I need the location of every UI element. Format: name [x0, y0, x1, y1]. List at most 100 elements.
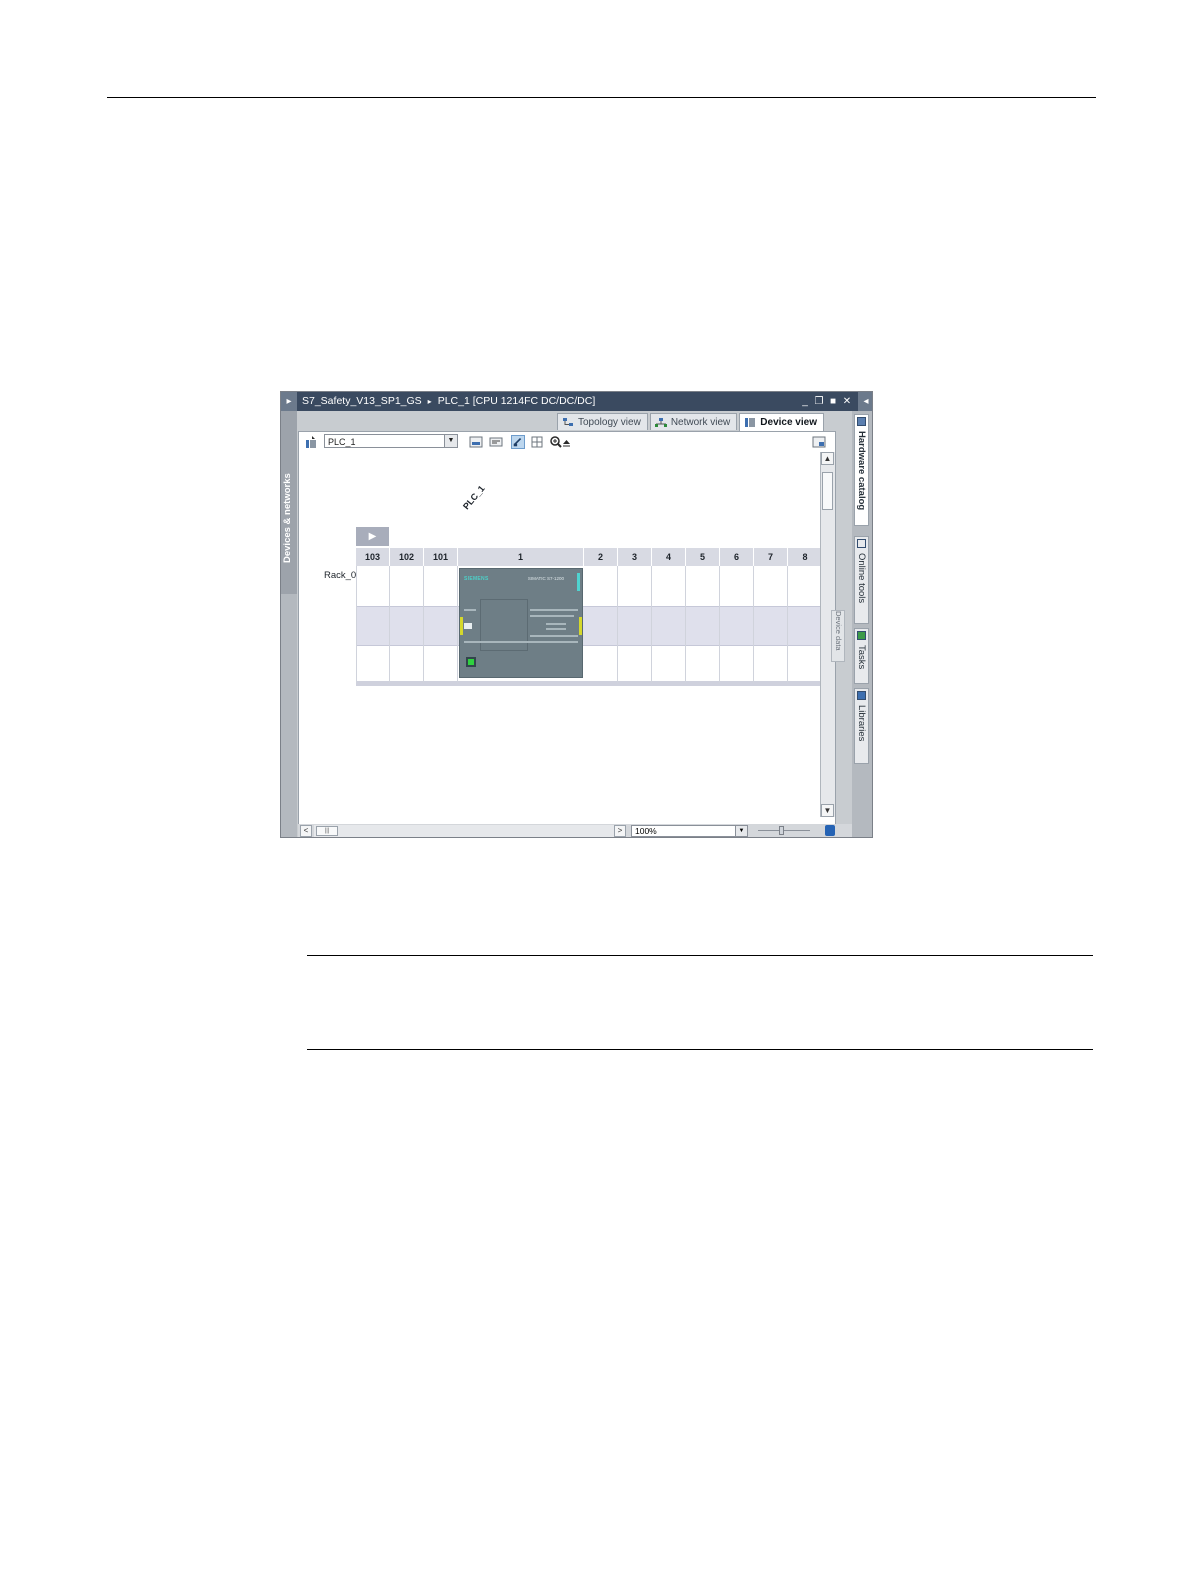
cpu-badge	[464, 623, 472, 629]
devices-networks-label: Devices & networks	[282, 473, 293, 563]
slot-header-103: 103	[356, 548, 390, 566]
rack-name-label: Rack_0	[324, 570, 357, 581]
zoom-slider-track[interactable]	[758, 830, 810, 831]
scroll-left-button[interactable]: <	[300, 825, 312, 837]
tab-topology-view[interactable]: Topology view	[557, 413, 648, 430]
device-icon	[745, 418, 756, 427]
grid-icon[interactable]	[530, 435, 544, 449]
show-module-icon[interactable]	[469, 435, 483, 449]
left-panel-lower	[281, 594, 297, 837]
page-header-rule	[107, 97, 1096, 98]
scroll-down-button[interactable]: ▼	[821, 804, 834, 817]
slot-4[interactable]	[652, 566, 686, 683]
slot-101[interactable]	[424, 566, 458, 683]
close-button[interactable]: ✕	[842, 396, 852, 407]
slot-6[interactable]	[720, 566, 754, 683]
minimize-button[interactable]: _	[800, 396, 810, 407]
scroll-right-button[interactable]: >	[614, 825, 626, 837]
devices-networks-panel[interactable]: Devices & networks	[281, 411, 297, 837]
plc-device-name[interactable]: PLC_1	[461, 484, 487, 512]
rack-expand-button[interactable]: ▶	[356, 527, 389, 546]
cpu-status-led	[577, 573, 580, 591]
slot-header-5: 5	[686, 548, 720, 566]
cpu-io-row	[530, 615, 574, 617]
network-icon	[654, 417, 667, 427]
zoom-options-icon[interactable]	[562, 435, 571, 449]
online-tools-label: Online tools	[856, 553, 867, 604]
tab-network-view[interactable]: Network view	[649, 413, 738, 430]
cpu-io-row	[546, 623, 566, 625]
slot-header-101: 101	[424, 548, 458, 566]
task-cards-panel: Hardware catalog Online tools Tasks Libr…	[852, 411, 872, 837]
scroll-up-button[interactable]: ▲	[821, 452, 834, 465]
zoom-slider-handle[interactable]	[779, 826, 784, 835]
chevron-down-icon[interactable]: ▼	[735, 826, 747, 836]
title-separator-icon: ▸	[427, 397, 432, 406]
tab-libraries[interactable]: Libraries	[854, 688, 869, 764]
slot-header-102: 102	[390, 548, 424, 566]
slot-5[interactable]	[686, 566, 720, 683]
cpu-io-row	[530, 635, 578, 637]
chevron-down-icon[interactable]: ▼	[444, 435, 457, 447]
slot-header-8: 8	[788, 548, 823, 566]
device-navigator-icon[interactable]	[304, 435, 318, 449]
slot-8[interactable]	[788, 566, 823, 683]
online-tools-icon	[857, 539, 866, 548]
window-buttons: _ ❐ ■ ✕	[800, 392, 852, 411]
slot-header-7: 7	[754, 548, 788, 566]
cpu-io-row	[530, 609, 578, 611]
slot-header-2: 2	[584, 548, 618, 566]
device-select-dropdown[interactable]: PLC_1 ▼	[324, 434, 458, 448]
tasks-icon	[857, 631, 866, 640]
topology-icon	[563, 417, 573, 426]
tab-hardware-catalog[interactable]: Hardware catalog	[854, 414, 869, 526]
hardware-catalog-icon	[857, 417, 866, 426]
slot-2[interactable]	[584, 566, 618, 683]
slot-header-3: 3	[618, 548, 652, 566]
cpu-right-connector	[579, 617, 582, 635]
profinet-port-icon[interactable]	[466, 657, 476, 667]
restore-button[interactable]: ❐	[814, 396, 824, 407]
bottom-bar: < ||| > 100% ▼	[298, 824, 854, 837]
cpu-module[interactable]: SIEMENS SIMATIC S7-1200	[459, 568, 583, 678]
collapse-right-button[interactable]: ◂	[858, 392, 872, 411]
device-select-value: PLC_1	[328, 437, 356, 447]
slot-7[interactable]	[754, 566, 788, 683]
vertical-scroll-thumb[interactable]	[822, 472, 833, 510]
collapse-left-button[interactable]: ▸	[281, 392, 297, 411]
vertical-scrollbar[interactable]: ▲ ▼ Device data	[820, 452, 845, 817]
libraries-label: Libraries	[856, 705, 867, 742]
zoom-value: 100%	[635, 826, 657, 836]
slot-102[interactable]	[390, 566, 424, 683]
label-icon[interactable]	[489, 435, 503, 449]
slot-3[interactable]	[618, 566, 652, 683]
libraries-icon	[857, 691, 866, 700]
tab-online-tools[interactable]: Online tools	[854, 536, 869, 624]
window-title: S7_Safety_V13_SP1_GS ▸ PLC_1 [CPU 1214FC D…	[302, 392, 595, 411]
tab-label: Network view	[670, 416, 731, 428]
horizontal-scroll-thumb[interactable]: |||	[316, 826, 338, 836]
window-titlebar: ▸ S7_Safety_V13_SP1_GS ▸ PLC_1 [CPU 1214FC…	[281, 392, 872, 411]
note-top-rule	[307, 955, 1093, 956]
properties-panel-icon[interactable]	[825, 825, 835, 836]
tab-label: Device view	[760, 417, 817, 428]
zoom-select[interactable]: 100% ▼	[631, 825, 748, 837]
cpu-brand-label: SIEMENS	[464, 576, 489, 582]
overview-navigation-icon[interactable]	[812, 435, 826, 449]
device-canvas[interactable]: PLC_1 ▼ PLC_1 ▶ Rack_0 103 102 101 1 2 3…	[298, 431, 845, 826]
horizontal-scrollbar[interactable]: |||	[314, 825, 614, 837]
view-tabs: Topology view Network view Device view	[557, 413, 824, 431]
device-toolbar: PLC_1 ▼	[299, 432, 835, 452]
device-data-tab[interactable]: Device data	[831, 610, 845, 662]
slot-103[interactable]	[356, 566, 390, 683]
title-project: S7_Safety_V13_SP1_GS	[302, 395, 422, 407]
slot-header-4: 4	[652, 548, 686, 566]
tab-tasks[interactable]: Tasks	[854, 628, 869, 684]
tab-device-view[interactable]: Device view	[739, 413, 824, 431]
zoom-icon[interactable]	[549, 435, 563, 449]
title-device: PLC_1 [CPU 1214FC DC/DC/DC]	[437, 395, 596, 407]
cpu-io-row	[464, 641, 578, 643]
cpu-io-row	[546, 628, 566, 630]
maximize-button[interactable]: ■	[828, 396, 838, 407]
device-view-mode-icon[interactable]	[511, 435, 525, 449]
